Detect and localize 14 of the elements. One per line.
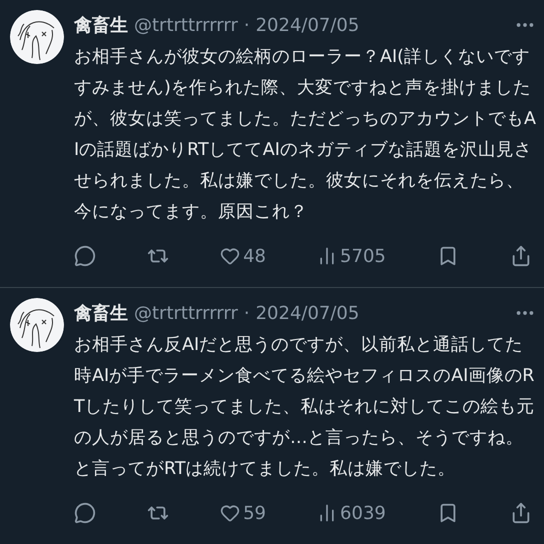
separator: ·: [244, 302, 250, 324]
view-count: 6039: [340, 502, 386, 524]
post-text: お相手さんが彼女の絵柄のローラー？AI(詳しくないですすみません)を作られた際、大変ですねと声を掛けましたが、彼女は笑ってました。ただどっちのアカウントでもAIの話題ばかりRTしててAIのネガティブな話題を沢山見させられました。私は嫌でした。彼女にそれを伝えたら、今になってます。原因これ？: [74, 46, 536, 224]
author-name[interactable]: 禽畜生: [74, 13, 128, 37]
author-handle[interactable]: @trtrttrrrrrr: [134, 302, 238, 324]
author-name[interactable]: 禽畜生: [74, 301, 128, 325]
like-count: 59: [243, 502, 266, 524]
post-text: お相手さん反AIだと思うのですが、以前私と通話してた時AIが手でラーメン食べてる絵やセフィロスのAI画像のRTしたりして笑ってました、私はそれに対してこの絵も元の人が居ると思うのですが…と言ったら、そうですね。と言ってがRTは続けてました。私は嫌でした。: [74, 334, 536, 481]
post-date[interactable]: 2024/07/05: [256, 14, 360, 36]
view-count: 5705: [340, 246, 386, 266]
author-handle[interactable]: @trtrttrrrrrr: [134, 14, 238, 36]
separator: ·: [244, 14, 250, 36]
post-date[interactable]: 2024/07/05: [256, 302, 360, 324]
like-count: 48: [243, 246, 266, 266]
